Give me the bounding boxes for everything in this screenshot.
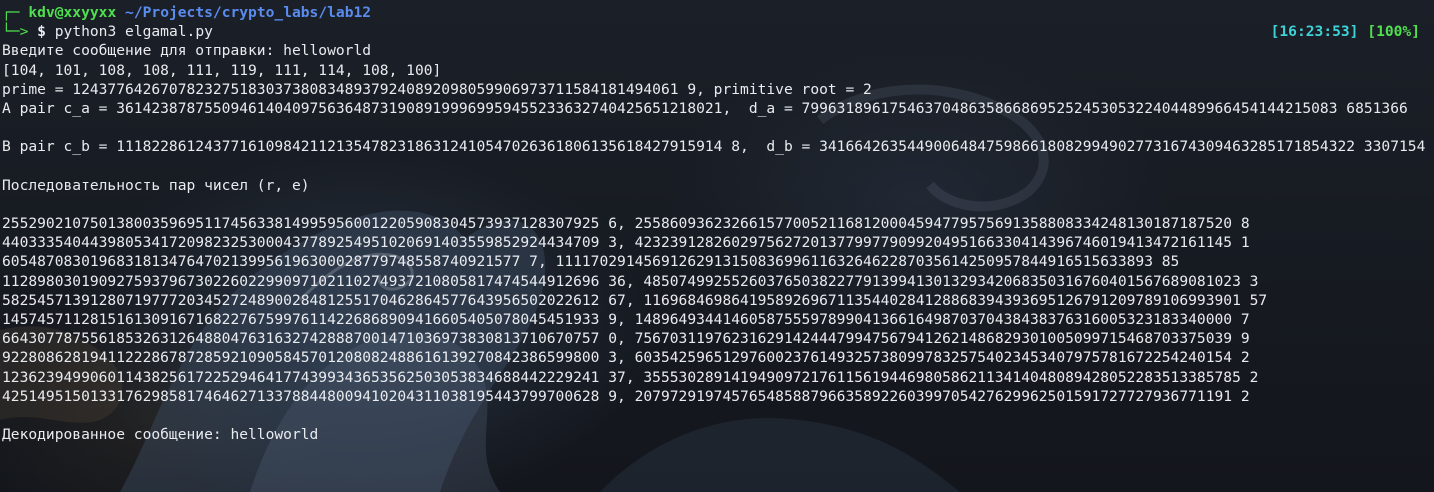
terminal-window[interactable]: [16:23:53] [100%] ┌─ kdv@xxyyxx ~/Projec… [0, 0, 1434, 492]
prompt-corner-bottom: └─> [2, 23, 29, 41]
pair-row: 1128980301909275937967302260229909710211… [2, 272, 1259, 290]
pair-row: 6054870830196831813476470213995619630002… [2, 253, 1180, 271]
prompt-corner-top: ┌─ [2, 4, 20, 21]
b-pair-line: B pair c_b = 111822861243771610984211213… [2, 138, 1426, 156]
pair-row: 4251495150133176298581746462713378844800… [2, 387, 1250, 405]
pair-row: 1457457112815161309167168227675997611422… [2, 311, 1250, 329]
pair-row: 4403335404439805341720982325300043778925… [2, 234, 1250, 252]
pair-row: 1236239499060114382561722529464177439934… [2, 368, 1259, 386]
user-host: kdv@xxyyxx [28, 4, 117, 21]
current-path: ~/Projects/crypto_labs/lab12 [125, 4, 372, 21]
prime-line: prime = 12437764267078232751830373808348… [2, 80, 872, 98]
pair-row: 5825457139128071977720345272489002848125… [2, 291, 1268, 309]
pair-row: 6643077875561853263126488047631632742888… [2, 330, 1250, 348]
pair-row: 9228086281941122286787285921090584570120… [2, 349, 1250, 367]
prompt-line-2: └─> $ python3 elgamal.py [2, 22, 1432, 41]
a-pair-line: A pair c_a = 361423878755094614040975636… [2, 99, 1408, 117]
prompt-dollar: $ [37, 23, 46, 41]
sequence-title: Последовательность пар чисел (r, e) [2, 176, 310, 194]
terminal-output[interactable]: ┌─ kdv@xxyyxx ~/Projects/crypto_labs/lab… [2, 3, 1432, 444]
command-text: python3 elgamal.py [54, 23, 213, 41]
codes-line: [104, 101, 108, 108, 111, 119, 111, 114,… [2, 61, 442, 79]
prompt-line-1: ┌─ kdv@xxyyxx ~/Projects/crypto_labs/lab… [2, 3, 1432, 22]
decoded-line: Декодированное сообщение: helloworld [2, 426, 319, 444]
pair-row: 2552902107501380035969511745633814995956… [2, 215, 1250, 233]
input-prompt-line: Введите сообщение для отправки: hellowor… [2, 42, 372, 60]
